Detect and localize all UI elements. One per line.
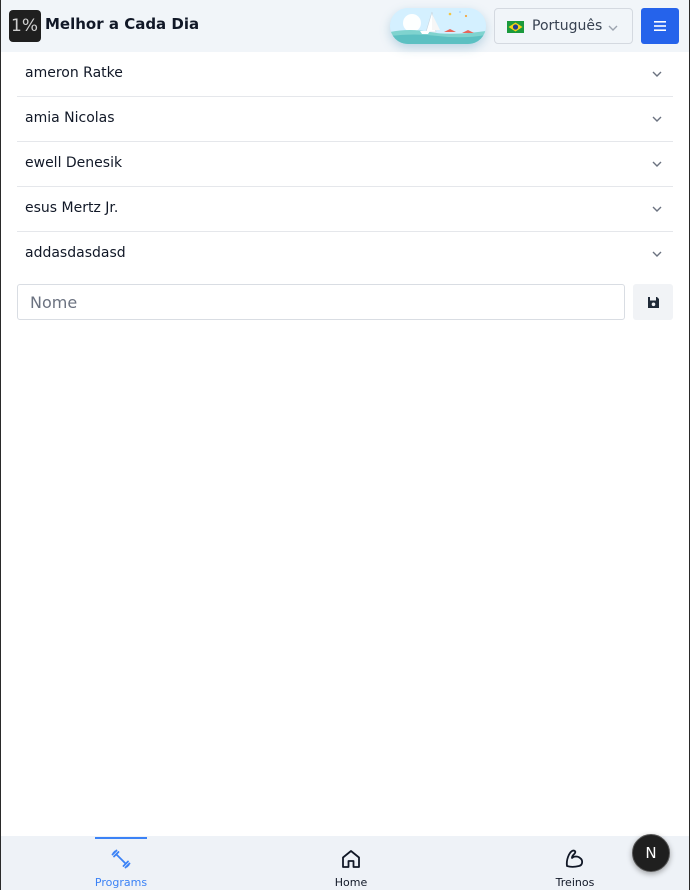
day-scene-icon	[390, 8, 486, 44]
list-item-label: esus Mertz Jr.	[25, 200, 119, 216]
language-label: Português	[532, 18, 603, 34]
nav-item-treinos[interactable]: Treinos	[525, 836, 625, 890]
list-item[interactable]: addasdasdasd	[17, 232, 673, 277]
app-title[interactable]: Melhor a Cada Dia	[45, 15, 199, 33]
list-item-label: ewell Denesik	[25, 155, 123, 171]
floppy-disk-icon	[647, 296, 659, 308]
active-indicator	[95, 837, 147, 839]
name-input[interactable]	[17, 284, 625, 320]
save-button[interactable]	[633, 284, 673, 320]
bottom-nav: Programs Home Treinos	[0, 836, 690, 890]
chevron-down-icon[interactable]	[651, 158, 663, 170]
nextjs-badge[interactable]: N	[632, 834, 670, 872]
nav-label: Treinos	[555, 876, 595, 889]
flexed-bicep-icon	[565, 849, 584, 868]
nav-label: Home	[334, 876, 368, 889]
list-item[interactable]: esus Mertz Jr.	[17, 187, 673, 232]
chevron-down-icon[interactable]	[651, 68, 663, 80]
chevron-down-icon[interactable]	[651, 248, 663, 260]
theme-toggle[interactable]	[390, 8, 486, 44]
nav-label: Programs	[94, 876, 148, 889]
home-icon	[342, 850, 360, 868]
menu-button[interactable]	[641, 8, 679, 44]
app-logo[interactable]: 1%	[9, 10, 41, 42]
program-list: ameron Ratke amia Nicolas ewell Denesik …	[17, 52, 673, 277]
logo-text: 1%	[11, 16, 38, 36]
hamburger-menu-icon	[654, 21, 666, 31]
list-item[interactable]: ewell Denesik	[17, 142, 673, 187]
nav-item-home[interactable]: Home	[301, 836, 401, 890]
language-select[interactable]: Português	[494, 8, 633, 44]
brazil-flag-icon	[507, 21, 524, 33]
chevron-down-icon[interactable]	[651, 203, 663, 215]
top-header: 1% Melhor a Cada Dia Português	[0, 0, 690, 52]
nav-item-programs[interactable]: Programs	[71, 836, 171, 890]
list-item[interactable]: amia Nicolas	[17, 97, 673, 142]
chevron-down-icon[interactable]	[651, 113, 663, 125]
chevron-down-icon	[608, 25, 618, 31]
list-item[interactable]: ameron Ratke	[17, 52, 673, 97]
list-item-label: addasdasdasd	[25, 245, 126, 261]
list-item-label: amia Nicolas	[25, 110, 115, 126]
dumbbell-icon	[111, 849, 131, 869]
list-item-label: ameron Ratke	[25, 65, 123, 81]
